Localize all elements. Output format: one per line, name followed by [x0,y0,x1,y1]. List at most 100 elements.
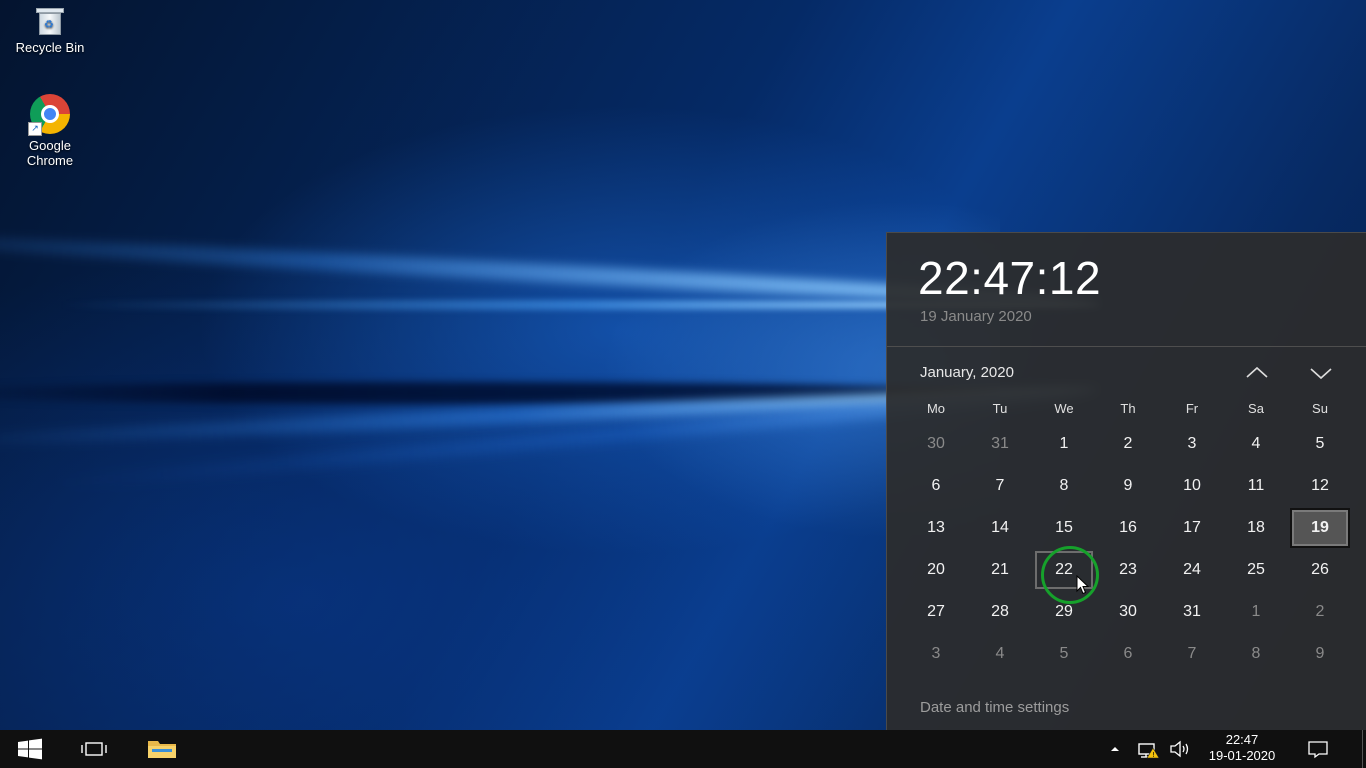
notification-icon [1308,741,1328,759]
calendar-day[interactable]: 30 [904,423,968,465]
calendar-day-label: 30 [927,435,945,452]
show-desktop-button[interactable] [1362,730,1366,768]
task-view-button[interactable] [64,730,124,768]
calendar-day[interactable]: 10 [1160,465,1224,507]
calendar-day-label: 12 [1311,477,1329,494]
month-label[interactable]: January, 2020 [920,364,1014,381]
weekday-label: We [1054,401,1074,416]
taskbar-date: 19-01-2020 [1208,748,1276,763]
calendar-day[interactable]: 26 [1288,549,1352,591]
calendar-day[interactable]: 6 [904,465,968,507]
calendar-day[interactable]: 15 [1032,507,1096,549]
calendar-week: 20 21 22 23 24 25 26 [904,549,1352,591]
calendar-day[interactable]: 31 [968,423,1032,465]
flyout-date[interactable]: 19 January 2020 [920,308,1032,325]
calendar-day-label: 20 [927,561,945,578]
volume-tray-button[interactable] [1166,730,1194,768]
taskbar-time: 22:47 [1225,732,1259,747]
file-explorer-button[interactable] [132,730,192,768]
desktop-icon-recycle-bin[interactable]: ♻ Recycle Bin [5,6,95,55]
calendar-day[interactable]: 29 [1032,591,1096,633]
start-button[interactable] [0,730,60,768]
calendar-day[interactable]: 5 [1032,633,1096,675]
calendar-day[interactable]: 3 [1160,423,1224,465]
show-hidden-icons-button[interactable] [1104,730,1126,768]
calendar-day[interactable]: 8 [1032,465,1096,507]
calendar-day[interactable]: 17 [1160,507,1224,549]
calendar-day-label: 1 [1059,435,1069,452]
calendar-day[interactable]: 27 [904,591,968,633]
calendar-day[interactable]: 20 [904,549,968,591]
recycle-bin-icon: ♻ [36,6,64,36]
calendar-day[interactable]: 2 [1288,591,1352,633]
calendar-day[interactable]: 9 [1288,633,1352,675]
calendar-day[interactable]: 18 [1224,507,1288,549]
calendar-day[interactable]: 9 [1096,465,1160,507]
calendar-day[interactable]: 14 [968,507,1032,549]
action-center-button[interactable] [1300,730,1336,768]
network-warning-icon: ! [1138,743,1160,759]
calendar-day-hovered[interactable]: 22 [1032,549,1096,591]
calendar-day-label: 18 [1247,519,1265,536]
desktop-icon-google-chrome[interactable]: ↗ Google Chrome [5,94,95,168]
calendar-day-label: 9 [1123,477,1133,494]
calendar-day[interactable]: 3 [904,633,968,675]
weekday-header: Mo Tu We Th Fr Sa Su [904,401,1352,423]
calendar-day-label: 2 [1315,603,1325,620]
calendar-day[interactable]: 5 [1288,423,1352,465]
folder-icon [148,741,176,758]
calendar-day[interactable]: 11 [1224,465,1288,507]
calendar-day[interactable]: 1 [1224,591,1288,633]
calendar-day[interactable]: 13 [904,507,968,549]
calendar-day-label: 16 [1119,519,1137,536]
calendar-day[interactable]: 28 [968,591,1032,633]
weekday-label: Fr [1185,401,1199,416]
task-view-icon [81,742,107,756]
calendar-day-label: 24 [1183,561,1201,578]
calendar-week: 6 7 8 9 10 11 12 [904,465,1352,507]
calendar-day-label: 3 [931,645,941,662]
previous-month-button[interactable] [1237,358,1277,388]
network-tray-button[interactable]: ! [1134,730,1162,768]
calendar-day-label: 6 [1123,645,1133,662]
calendar-day[interactable]: 23 [1096,549,1160,591]
calendar-day-label: 11 [1247,477,1265,494]
desktop-icon-label: Recycle Bin [15,40,85,55]
calendar-day-today[interactable]: 19 [1288,507,1352,549]
calendar-day[interactable]: 6 [1096,633,1160,675]
calendar-day-label: 27 [927,603,945,620]
calendar-day[interactable]: 4 [968,633,1032,675]
calendar-day[interactable]: 25 [1224,549,1288,591]
calendar-day[interactable]: 16 [1096,507,1160,549]
calendar-flyout: 22:47:12 19 January 2020 January, 2020 M… [886,232,1366,731]
taskbar-clock[interactable]: 22:47 19-01-2020 [1200,732,1284,764]
calendar-grid: Mo Tu We Th Fr Sa Su 30 31 1 2 3 4 5 6 7 8 9 10 11 12… [904,401,1352,675]
date-time-settings-link[interactable]: Date and time settings [920,699,1069,716]
calendar-day-label: 23 [1119,561,1137,578]
next-month-button[interactable] [1301,358,1341,388]
calendar-day[interactable]: 4 [1224,423,1288,465]
calendar-day[interactable]: 1 [1032,423,1096,465]
chevron-down-icon [1310,368,1332,380]
calendar-day-label: 1 [1251,603,1261,620]
calendar-day[interactable]: 21 [968,549,1032,591]
calendar-day[interactable]: 7 [968,465,1032,507]
calendar-day-label: 8 [1059,477,1069,494]
calendar-day[interactable]: 31 [1160,591,1224,633]
calendar-day-label: 21 [991,561,1009,578]
calendar-day-label: 22 [1035,551,1093,589]
calendar-day[interactable]: 12 [1288,465,1352,507]
calendar-day-label: 6 [931,477,941,494]
calendar-day-label: 10 [1183,477,1201,494]
calendar-day-label: 25 [1247,561,1265,578]
calendar-day[interactable]: 8 [1224,633,1288,675]
calendar-day-label: 26 [1311,561,1329,578]
calendar-day-label: 29 [1055,603,1073,620]
calendar-day[interactable]: 30 [1096,591,1160,633]
chevron-up-icon [1246,366,1268,378]
calendar-day[interactable]: 7 [1160,633,1224,675]
calendar-day-label: 14 [991,519,1009,536]
calendar-day[interactable]: 2 [1096,423,1160,465]
calendar-day[interactable]: 24 [1160,549,1224,591]
shortcut-arrow-icon: ↗ [28,122,42,136]
